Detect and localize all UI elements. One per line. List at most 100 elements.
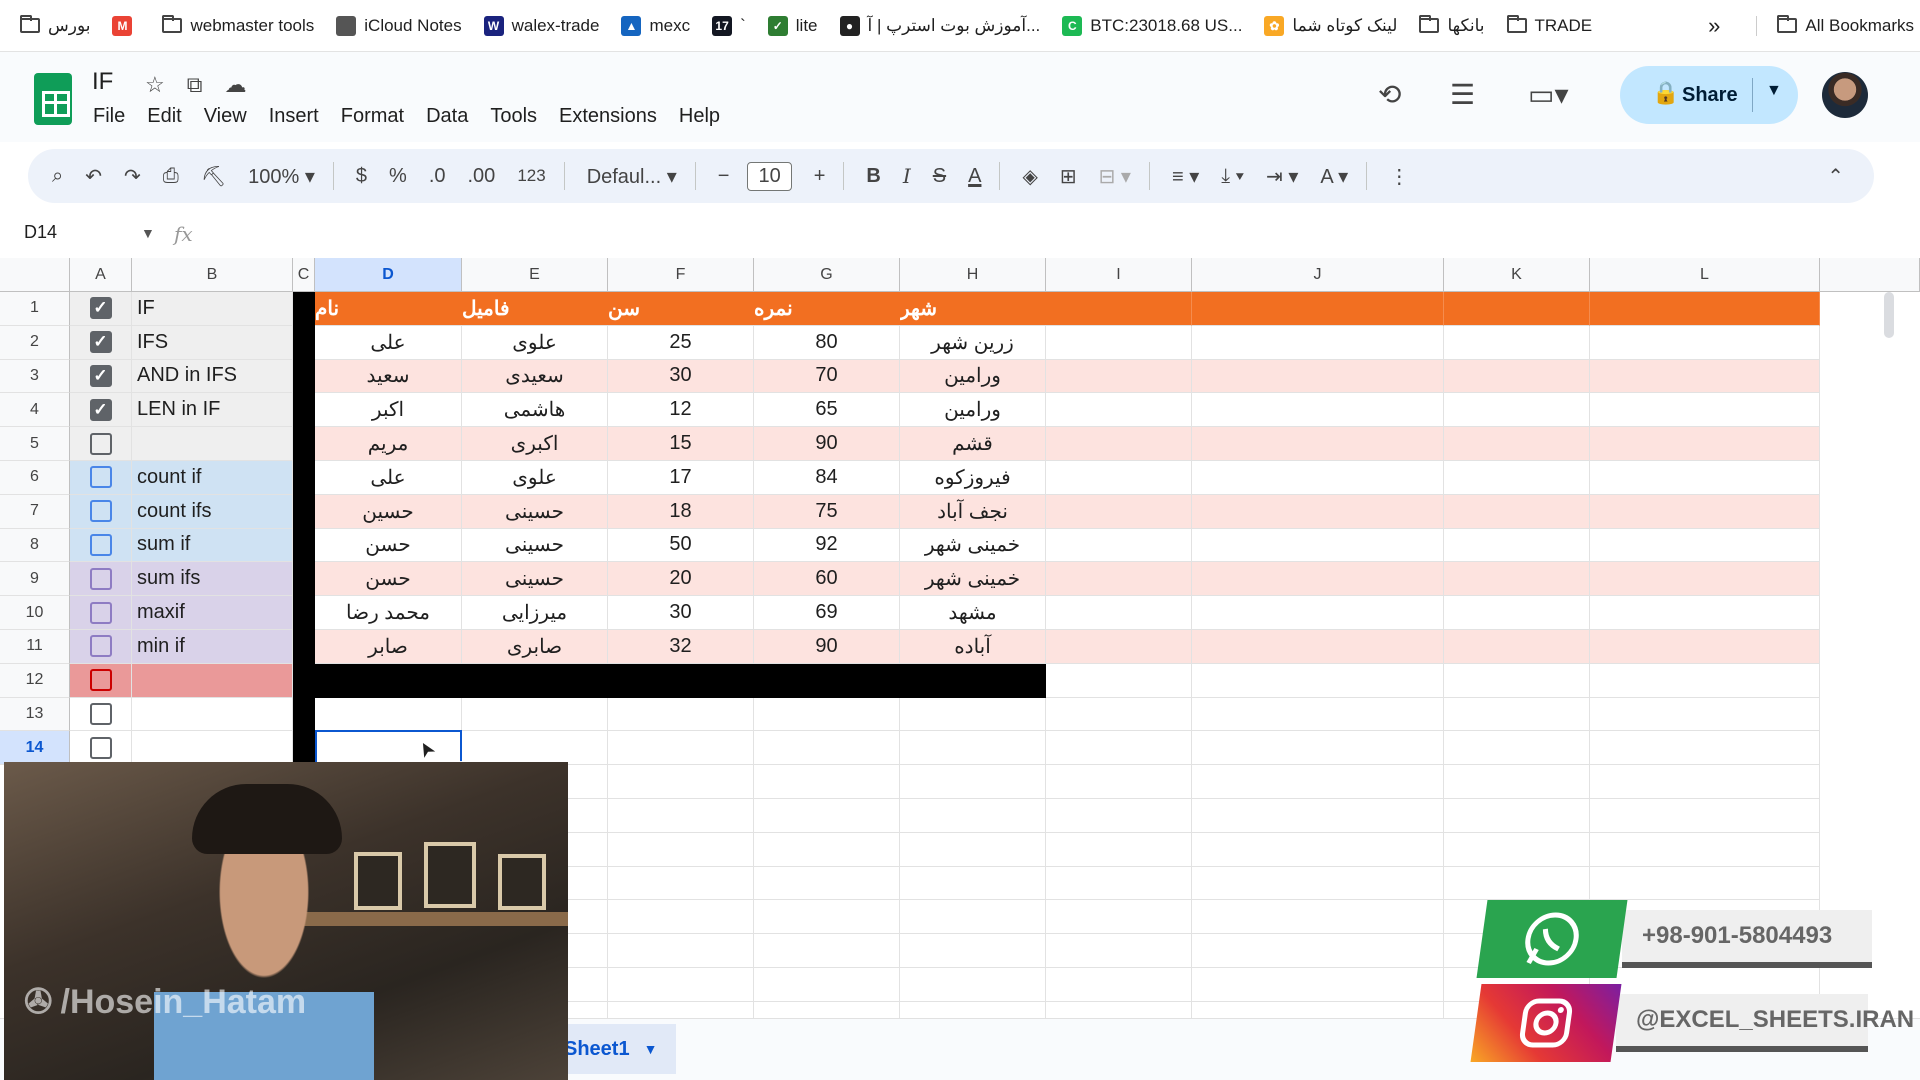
empty-cell[interactable] (1046, 731, 1192, 766)
table-cell[interactable]: علی (315, 325, 462, 360)
table-cell[interactable]: حسین (315, 494, 462, 529)
row-header-12[interactable]: 12 (0, 663, 70, 698)
empty-cell[interactable] (1046, 832, 1192, 867)
row-header-7[interactable]: 7 (0, 494, 70, 529)
undo-icon[interactable]: ↶ (85, 164, 102, 189)
empty-cell[interactable] (1046, 866, 1192, 901)
band-fill-cell[interactable] (1192, 393, 1444, 428)
print-icon[interactable]: ⎙ (163, 165, 179, 188)
empty-cell[interactable] (754, 866, 900, 901)
menu-extensions[interactable]: Extensions (559, 105, 657, 128)
table-cell[interactable]: ورامین (900, 393, 1046, 428)
menu-file[interactable]: File (93, 105, 125, 128)
table-cell[interactable]: حسینی (462, 562, 608, 597)
table-cell[interactable]: 75 (754, 494, 900, 529)
bold-button[interactable]: B (866, 165, 880, 188)
empty-cell[interactable] (1046, 663, 1192, 698)
bookmark-item[interactable]: بورس (20, 15, 90, 36)
table-cell[interactable]: 69 (754, 596, 900, 630)
all-bookmarks-button[interactable]: All Bookmarks (1756, 15, 1914, 36)
share-button[interactable]: 🔒 Share ▼ (1620, 66, 1798, 124)
empty-cell[interactable] (1192, 799, 1444, 833)
band-fill-cell[interactable] (1046, 528, 1192, 563)
table-cell[interactable]: صابر (315, 630, 462, 664)
fill-color-icon[interactable]: ◈ (1022, 164, 1037, 189)
table-cell[interactable]: حسن (315, 528, 462, 563)
empty-cell[interactable] (1192, 968, 1444, 1002)
row-header-9[interactable]: 9 (0, 562, 70, 597)
table-cell[interactable]: 70 (754, 359, 900, 394)
menu-edit[interactable]: Edit (147, 105, 181, 128)
empty-cell[interactable] (608, 968, 754, 1002)
cell-b11[interactable]: min if (132, 630, 293, 664)
checkbox[interactable]: ✓ (89, 331, 112, 354)
table-cell[interactable]: علوی (462, 461, 608, 495)
table-cell[interactable]: اکبری (462, 427, 608, 461)
cell-a3[interactable]: ✓ (70, 359, 132, 394)
zoom-select[interactable]: 100% ▾ (248, 164, 315, 189)
cell-b12[interactable] (132, 663, 293, 698)
cell-a14[interactable] (70, 731, 132, 766)
checkbox[interactable] (89, 635, 112, 658)
empty-cell[interactable] (900, 832, 1046, 867)
band-fill-cell[interactable] (1444, 461, 1590, 495)
band-fill-cell[interactable] (1590, 596, 1820, 630)
band-fill-cell[interactable] (1444, 494, 1590, 529)
checkbox[interactable] (89, 432, 112, 455)
empty-cell[interactable] (608, 799, 754, 833)
empty-cell[interactable] (462, 731, 608, 766)
table-cell[interactable]: صابری (462, 630, 608, 664)
table-cell[interactable]: 90 (754, 427, 900, 461)
vertical-scrollbar[interactable] (1884, 292, 1894, 338)
cell-a5[interactable] (70, 427, 132, 461)
bookmark-item[interactable]: M (112, 15, 140, 36)
empty-cell[interactable] (1192, 731, 1444, 766)
cell-a2[interactable]: ✓ (70, 325, 132, 360)
menu-insert[interactable]: Insert (269, 105, 319, 128)
empty-cell[interactable] (1444, 832, 1590, 867)
empty-cell[interactable] (1192, 866, 1444, 901)
cell-b6[interactable]: count if (132, 461, 293, 495)
horizontal-align-icon[interactable]: ≡ ▾ (1172, 164, 1199, 189)
table-header-cell[interactable]: نمره (754, 292, 900, 326)
menu-view[interactable]: View (204, 105, 247, 128)
row-header-13[interactable]: 13 (0, 697, 70, 732)
table-cell[interactable]: حسن (315, 562, 462, 597)
empty-cell[interactable] (900, 900, 1046, 935)
row-header-3[interactable]: 3 (0, 359, 70, 394)
table-cell[interactable]: اکبر (315, 393, 462, 428)
empty-cell[interactable] (1590, 765, 1820, 799)
band-fill-cell[interactable] (1590, 528, 1820, 563)
table-cell[interactable]: نجف آباد (900, 494, 1046, 529)
empty-cell[interactable] (1444, 731, 1590, 766)
strikethrough-button[interactable]: S (933, 165, 946, 188)
cell-b9[interactable]: sum ifs (132, 562, 293, 597)
increase-font-size-button[interactable]: + (814, 165, 826, 188)
table-cell[interactable]: 30 (608, 596, 754, 630)
empty-cell[interactable] (1590, 866, 1820, 901)
empty-cell[interactable] (900, 731, 1046, 766)
cell-b14[interactable] (132, 731, 293, 766)
star-icon[interactable]: ☆ (145, 72, 165, 98)
empty-cell[interactable] (1444, 866, 1590, 901)
band-fill-cell[interactable] (1590, 630, 1820, 664)
share-dropdown-icon[interactable]: ▼ (1766, 82, 1782, 100)
band-fill-cell[interactable] (1590, 494, 1820, 529)
grid-corner[interactable] (0, 258, 70, 292)
sheet-tab-menu-icon[interactable]: ▼ (644, 1041, 658, 1057)
column-header-l[interactable]: L (1590, 258, 1820, 292)
row-header-14[interactable]: 14 (0, 731, 70, 766)
table-header-cell[interactable]: فامیل (462, 292, 608, 326)
band-fill-cell[interactable] (1046, 359, 1192, 394)
bookmark-item[interactable]: iCloud Notes (336, 15, 462, 36)
checkbox[interactable]: ✓ (89, 297, 112, 320)
table-cell[interactable]: مشهد (900, 596, 1046, 630)
band-fill-cell[interactable] (1590, 359, 1820, 394)
empty-cell[interactable] (754, 731, 900, 766)
menu-format[interactable]: Format (341, 105, 404, 128)
empty-cell[interactable] (1590, 799, 1820, 833)
empty-cell[interactable] (1192, 832, 1444, 867)
move-folder-icon[interactable]: ⧉ (187, 72, 203, 98)
checkbox[interactable] (89, 669, 112, 692)
row-header-1[interactable]: 1 (0, 292, 70, 326)
